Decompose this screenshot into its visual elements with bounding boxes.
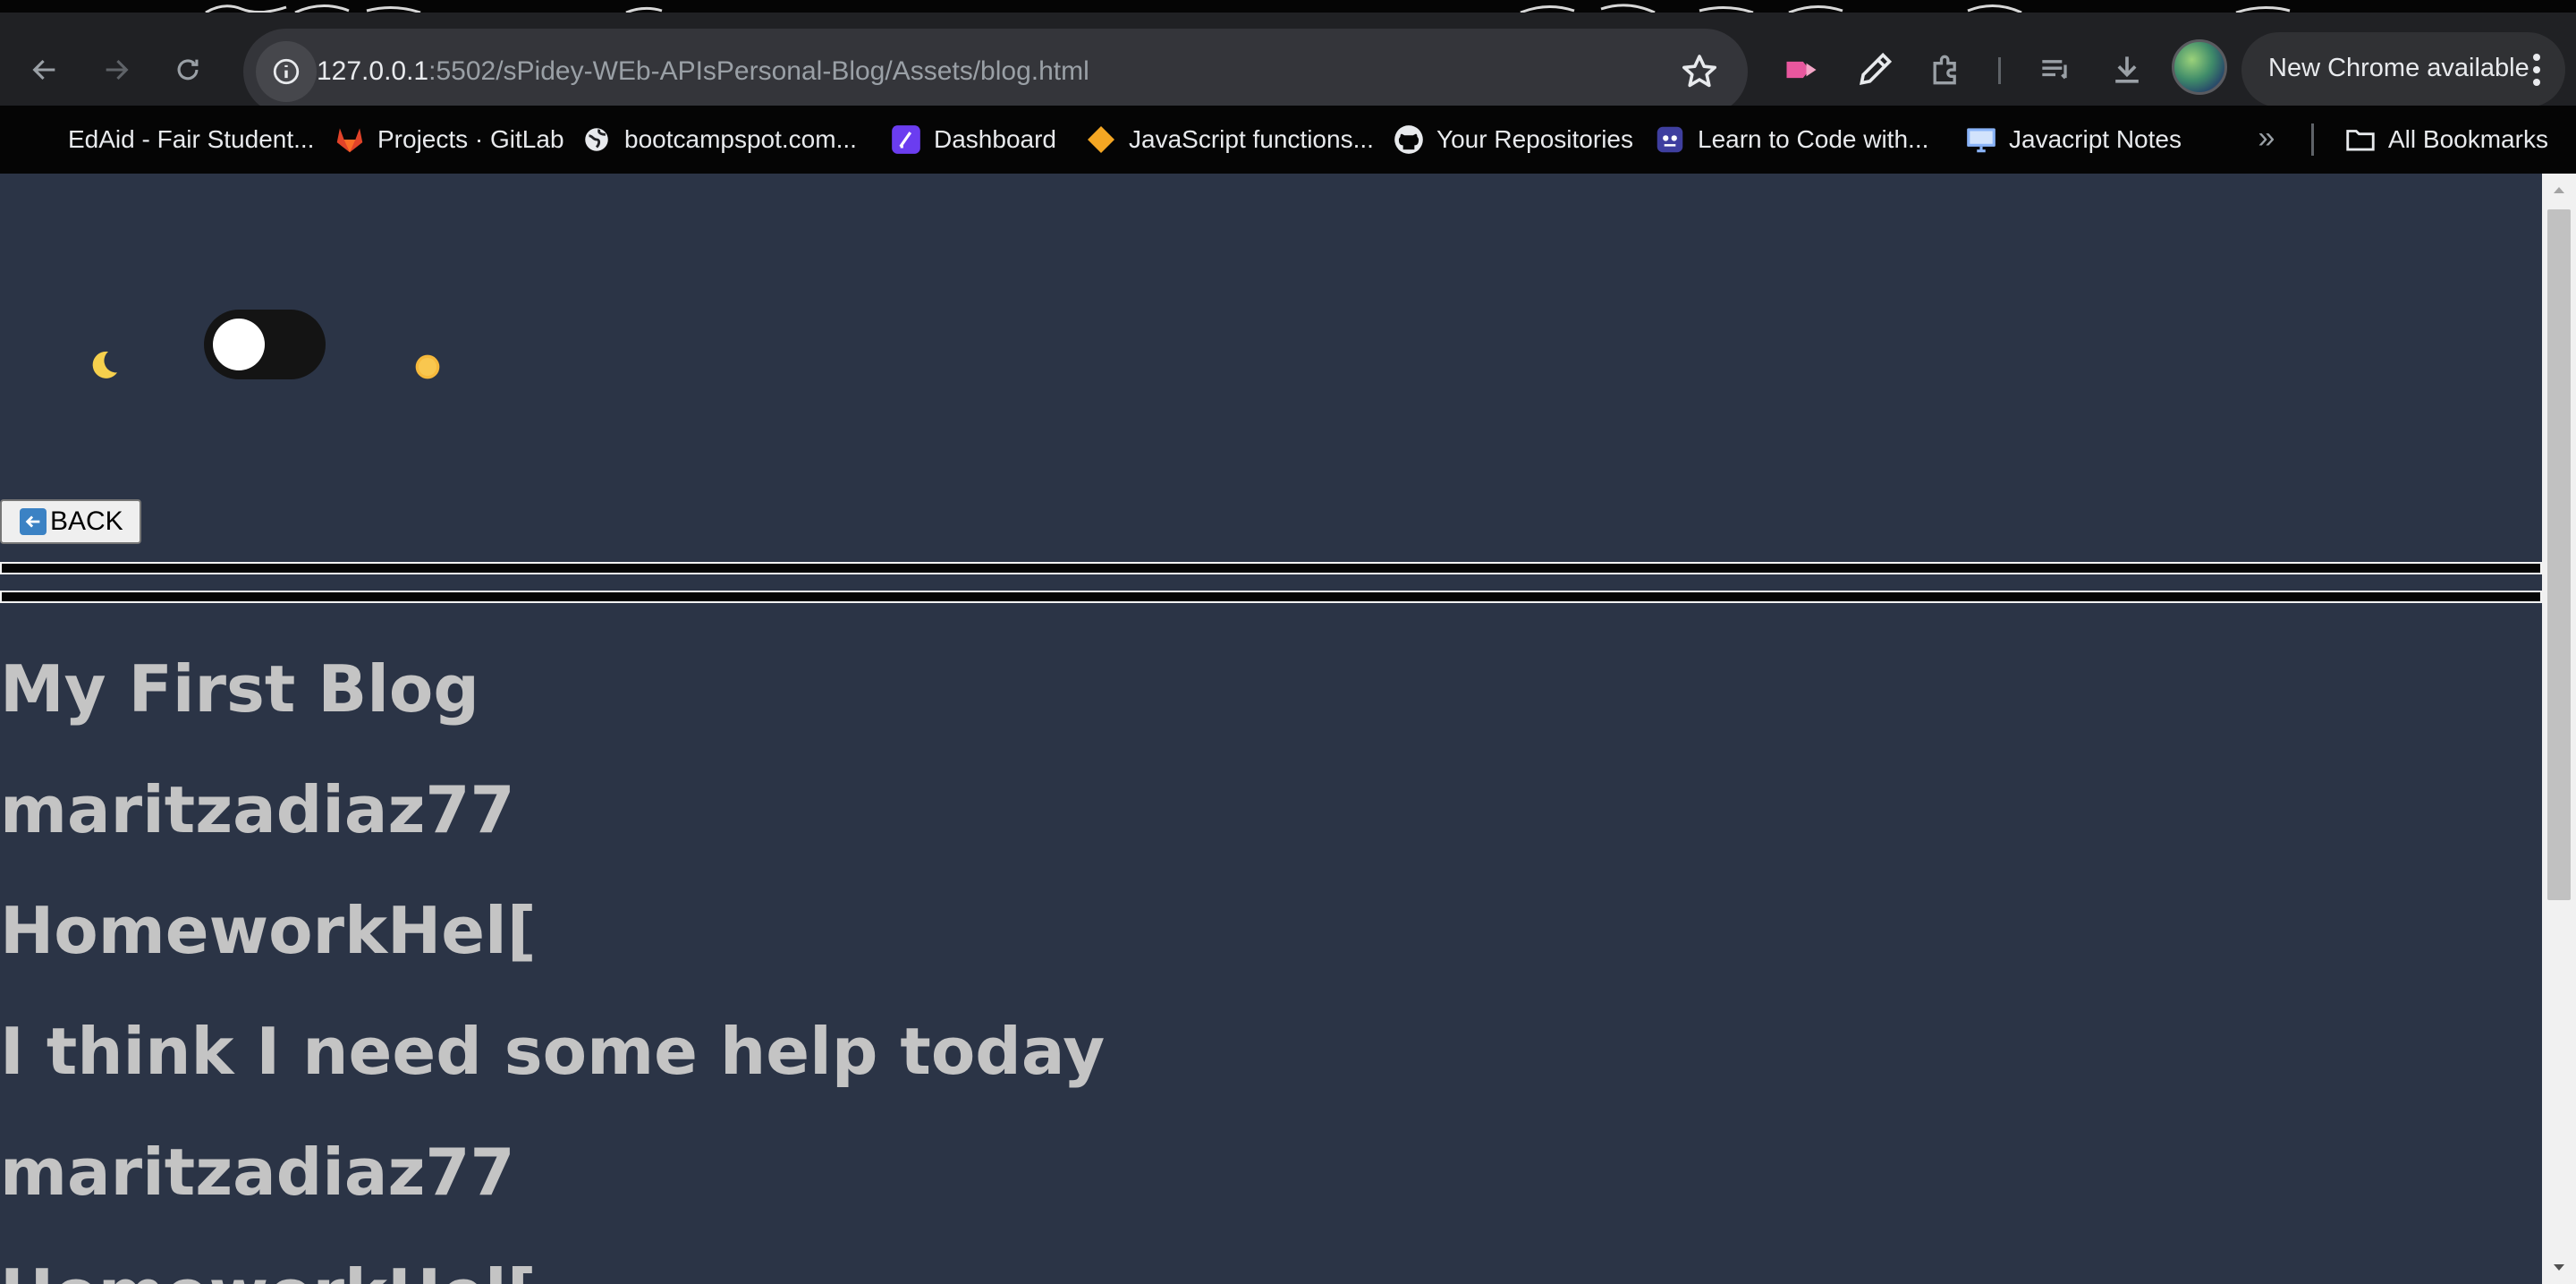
bookmark-item[interactable]: Javacript Notes (1964, 116, 2182, 163)
address-bar[interactable]: 127.0.0.1:5502/sPidey-WEb-APIsPersonal-B… (243, 29, 1748, 115)
eyedropper-icon[interactable] (1852, 47, 1898, 93)
info-icon (273, 58, 300, 85)
back-button-label: BACK (50, 506, 123, 536)
diamond-icon (1084, 123, 1118, 157)
bookmark-star-icon[interactable] (1678, 50, 1721, 93)
site-info-button[interactable] (256, 41, 317, 102)
arrow-left-icon (32, 59, 55, 81)
theme-toggle-switch[interactable] (204, 310, 326, 379)
folder-icon (2343, 123, 2377, 157)
toolbar-separator (1998, 57, 2001, 84)
globe-icon (580, 123, 614, 157)
bookmark-item[interactable]: JavaScript functions... (1084, 116, 1374, 163)
bookmark-label: EdAid - Fair Student... (68, 125, 315, 153)
divider-bottom (0, 591, 2542, 603)
bookmark-label: Learn to Code with... (1698, 125, 1929, 153)
bookmark-label: JavaScript functions... (1129, 125, 1374, 153)
bookmark-item[interactable]: Learn to Code with... (1653, 116, 1928, 163)
bookmark-label: bootcampspot.com... (624, 125, 857, 153)
bookmark-item[interactable]: EdAid - Fair Student... (68, 116, 314, 163)
reading-list-icon[interactable] (2032, 47, 2079, 93)
extensions-puzzle-icon[interactable] (1923, 47, 1970, 93)
bookmarks-separator (2311, 123, 2314, 156)
post-title: My First Blog (0, 651, 479, 727)
forward-nav-button[interactable] (88, 41, 145, 98)
bookmarks-bar: EdAid - Fair Student... Projects · GitLa… (0, 106, 2576, 174)
dashboard-icon (889, 123, 923, 157)
extension-video-icon[interactable] (1778, 47, 1825, 93)
page-viewport: BACK My First Blog maritzadiaz77 Homewor… (0, 174, 2542, 1284)
bookmark-item[interactable]: bootcampspot.com... (580, 116, 857, 163)
url-host: 127.0.0.1 (317, 56, 429, 86)
scrollbar-thumb[interactable] (2547, 209, 2571, 900)
bookmark-label: Projects · GitLab (377, 125, 564, 153)
arrow-right-icon (106, 59, 129, 81)
browser-toolbar: 127.0.0.1:5502/sPidey-WEb-APIsPersonal-B… (0, 13, 2576, 115)
moon-icon (92, 351, 117, 378)
bookmark-label: Your Repositories (1436, 125, 1633, 153)
post-author: maritzadiaz77 (0, 772, 515, 847)
bookmark-label: Javacript Notes (2009, 125, 2182, 153)
back-arrow-icon (20, 508, 47, 535)
more-menu-icon (2533, 54, 2540, 86)
bookmark-label: Dashboard (934, 125, 1056, 153)
scroll-up-arrow-icon[interactable] (2542, 174, 2576, 206)
post-content: I think I need some help today (0, 1014, 1106, 1089)
all-bookmarks-label: All Bookmarks (2388, 125, 2548, 153)
profile-avatar[interactable] (2172, 39, 2227, 95)
robot-icon (1653, 123, 1687, 157)
scroll-down-arrow-icon[interactable] (2542, 1252, 2576, 1284)
vertical-scrollbar[interactable] (2542, 174, 2576, 1284)
divider-top (0, 562, 2542, 574)
bookmark-item[interactable]: Dashboard (889, 116, 1056, 163)
github-icon (1392, 123, 1426, 157)
post-title: HomeworkHel[ (0, 1253, 537, 1284)
bookmark-item[interactable]: Your Repositories (1392, 116, 1633, 163)
update-label: New Chrome available (2268, 54, 2529, 82)
back-nav-button[interactable] (16, 41, 73, 98)
gitlab-icon (333, 123, 367, 157)
post-title: HomeworkHel[ (0, 893, 537, 968)
new-chrome-available-button[interactable]: New Chrome available (2241, 32, 2565, 107)
url-text[interactable]: 127.0.0.1:5502/sPidey-WEb-APIsPersonal-B… (317, 52, 1089, 91)
all-bookmarks-button[interactable]: All Bookmarks (2343, 116, 2548, 163)
downloads-icon[interactable] (2104, 47, 2150, 93)
tabstrip-decoration (205, 4, 2291, 13)
monitor-icon (1964, 123, 1998, 157)
tab-strip (0, 0, 2576, 13)
bookmarks-overflow-chevron-icon[interactable]: » (2249, 120, 2284, 156)
reload-icon (177, 59, 199, 81)
toggle-knob (213, 319, 265, 370)
bookmark-item[interactable]: Projects · GitLab (333, 116, 564, 163)
back-button[interactable]: BACK (0, 499, 141, 544)
sun-icon (415, 354, 440, 379)
reload-button[interactable] (159, 41, 216, 98)
post-author: maritzadiaz77 (0, 1135, 515, 1210)
url-path: :5502/sPidey-WEb-APIsPersonal-Blog/Asset… (428, 56, 1089, 86)
